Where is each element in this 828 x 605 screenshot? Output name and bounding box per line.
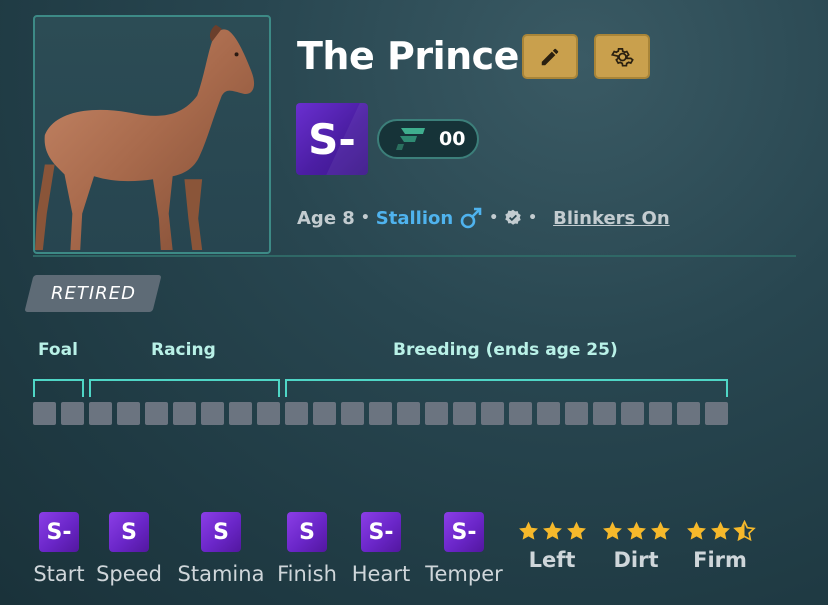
lifecycle-segment — [537, 402, 560, 425]
preference-dirt: Dirt — [599, 520, 673, 572]
bracket-breeding — [285, 379, 728, 397]
stat-grade-badge: S — [109, 512, 149, 552]
age-text: Age 8 — [297, 207, 355, 229]
stat-label: Start — [33, 562, 85, 586]
lifecycle-segment — [425, 402, 448, 425]
points-value: 00 — [439, 128, 466, 150]
star-icon — [710, 521, 730, 540]
lifecycle-segment — [229, 402, 252, 425]
status-badge: RETIRED — [24, 275, 162, 312]
preference-label: Dirt — [613, 548, 659, 572]
verified-icon — [505, 209, 521, 225]
horse-image — [35, 24, 255, 251]
lifecycle-segment — [89, 402, 112, 425]
lifecycle-segment — [565, 402, 588, 425]
edit-button[interactable] — [522, 34, 578, 79]
points-pill: 00 — [377, 119, 479, 159]
star-icon — [650, 521, 670, 540]
lifecycle-segment — [481, 402, 504, 425]
bracket-foal — [33, 379, 84, 397]
lifecycle-segment — [649, 402, 672, 425]
gear-icon — [610, 47, 634, 67]
section-divider — [33, 255, 796, 257]
blinkers-link[interactable]: Blinkers On — [553, 208, 670, 229]
star-rating — [515, 520, 589, 542]
horse-portrait — [33, 15, 271, 254]
stat-grade-badge: S- — [361, 512, 401, 552]
settings-button[interactable] — [594, 34, 650, 79]
phase-label-racing: Racing — [151, 340, 216, 360]
separator-dot: • — [360, 210, 370, 226]
lifecycle-segment — [313, 402, 336, 425]
lifecycle-segment — [173, 402, 196, 425]
pencil-icon — [541, 48, 559, 65]
overall-grade: S- — [308, 114, 356, 164]
stat-label: Finish — [277, 562, 337, 586]
overall-grade-badge: S- — [296, 103, 368, 175]
stats-row: S- Start S Speed S Stamina S Finish S- H… — [30, 512, 820, 602]
lifecycle-segment — [509, 402, 532, 425]
stat-grade-badge: S — [201, 512, 241, 552]
preference-left: Left — [515, 520, 589, 572]
star-icon — [542, 521, 562, 540]
stat-heart: S- Heart — [350, 512, 412, 586]
lifecycle-segment — [33, 402, 56, 425]
stat-grade-badge: S- — [39, 512, 79, 552]
stat-grade-badge: S — [287, 512, 327, 552]
stat-label: Heart — [351, 562, 411, 586]
male-symbol-icon — [460, 207, 482, 229]
bracket-racing — [89, 379, 280, 397]
half-star-icon — [732, 520, 756, 542]
lifecycle-segment — [145, 402, 168, 425]
brand-f-icon — [396, 128, 425, 150]
star-icon — [626, 521, 646, 540]
lifecycle-segment — [593, 402, 616, 425]
star-icon — [566, 521, 586, 540]
phase-label-breeding: Breeding (ends age 25) — [393, 340, 618, 360]
stat-label: Temper — [425, 562, 503, 586]
star-rating — [683, 520, 757, 542]
star-icon — [602, 521, 622, 540]
lifecycle-segment — [257, 402, 280, 425]
stat-finish: S Finish — [275, 512, 339, 586]
stat-temper: S- Temper — [424, 512, 504, 586]
star-rating — [599, 520, 673, 542]
status-text: RETIRED — [50, 283, 136, 304]
horse-name: The Prince — [297, 34, 519, 78]
phase-label-foal: Foal — [38, 340, 78, 360]
stat-label: Speed — [96, 562, 162, 586]
separator-dot: • — [528, 210, 538, 226]
preference-label: Firm — [693, 548, 747, 572]
lifecycle-segment — [453, 402, 476, 425]
lifecycle-segment — [677, 402, 700, 425]
lifecycle-segment — [285, 402, 308, 425]
lifecycle-segment — [705, 402, 728, 425]
lifecycle-segment — [621, 402, 644, 425]
lifecycle-segment — [397, 402, 420, 425]
separator-dot: • — [489, 210, 499, 226]
stat-speed: S Speed — [94, 512, 164, 586]
lifecycle-segment — [369, 402, 392, 425]
stat-label: Stamina — [177, 562, 265, 586]
stat-grade-badge: S- — [444, 512, 484, 552]
lifecycle-segment — [117, 402, 140, 425]
preference-firm: Firm — [683, 520, 757, 572]
stat-start: S- Start — [30, 512, 88, 586]
star-icon — [518, 521, 538, 540]
stat-stamina: S Stamina — [176, 512, 266, 586]
lifecycle-segment — [341, 402, 364, 425]
lifecycle-segment — [201, 402, 224, 425]
preference-label: Left — [528, 548, 576, 572]
star-icon — [686, 521, 706, 540]
lifecycle-track — [33, 402, 728, 425]
horse-meta: Age 8 • Stallion • • Blinkers On — [297, 205, 670, 231]
lifecycle-segment — [61, 402, 84, 425]
sex-text: Stallion — [375, 207, 454, 229]
